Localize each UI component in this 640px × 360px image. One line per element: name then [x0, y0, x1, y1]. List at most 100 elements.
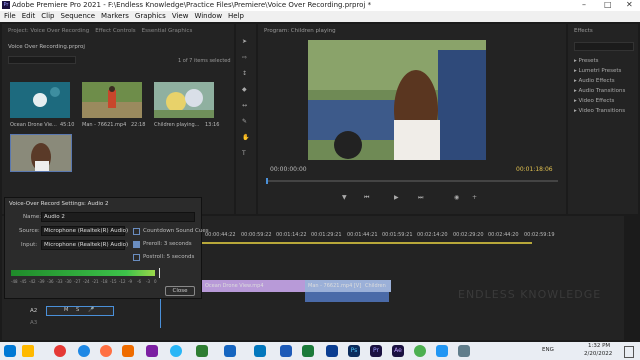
- tab-effect-controls[interactable]: Effect Controls: [95, 28, 135, 34]
- menu-edit[interactable]: Edit: [22, 12, 36, 20]
- step-forward-icon[interactable]: ⏭: [418, 194, 423, 202]
- ripple-tool-icon[interactable]: ↕: [242, 70, 247, 77]
- app-icon[interactable]: [224, 345, 236, 357]
- thumbnail-man[interactable]: [82, 82, 142, 118]
- timecode-left[interactable]: 00:00:00:00: [270, 166, 307, 173]
- dialog-title: Voice-Over Record Settings: Audio 2: [9, 201, 109, 207]
- thumbnail-woman[interactable]: [10, 134, 72, 172]
- effects-item-lumetri[interactable]: ▸ Lumetri Presets: [574, 68, 621, 74]
- tools-panel: ➤ ⇨ ↕ ◆ ↔ ✎ ✋ T: [236, 24, 256, 214]
- app-icon[interactable]: [436, 345, 448, 357]
- project-tabs: Project: Voice Over Recording Effect Cont…: [2, 24, 234, 36]
- language-indicator[interactable]: ENG: [542, 347, 554, 353]
- selection-tool-icon[interactable]: ➤: [242, 38, 247, 45]
- input-select[interactable]: Microphone (Realtek(R) Audio): [41, 240, 128, 250]
- menu-help[interactable]: Help: [228, 12, 244, 20]
- effects-item-audio-transitions[interactable]: ▸ Audio Transitions: [574, 88, 625, 94]
- voiceover-record-icon[interactable]: 🎤: [88, 307, 94, 313]
- step-back-icon[interactable]: ⏮: [364, 194, 369, 202]
- timeline-tick: 00:02:59:19: [524, 232, 555, 238]
- tab-project[interactable]: Project: Voice Over Recording: [8, 28, 89, 34]
- word-icon[interactable]: [280, 345, 292, 357]
- window-title: Adobe Premiere Pro 2021 - F:\Endless Kno…: [12, 1, 372, 9]
- meter-scale: -48 -45 -42 -39 -36 -33 -30 -27 -24 -21 …: [11, 279, 157, 284]
- menu-window[interactable]: Window: [194, 12, 222, 20]
- minimize-icon[interactable]: –: [582, 0, 586, 9]
- clip-children[interactable]: Children: [362, 280, 391, 292]
- chrome-icon[interactable]: [54, 345, 66, 357]
- app-icon[interactable]: [196, 345, 208, 357]
- timeline-tick: 00:00:44:22: [205, 232, 236, 238]
- app-icon[interactable]: [414, 345, 426, 357]
- after-effects-icon[interactable]: Ae: [392, 345, 404, 357]
- menu-file[interactable]: File: [4, 12, 16, 20]
- type-tool-icon[interactable]: T: [242, 150, 246, 157]
- button-editor-icon[interactable]: +: [472, 194, 477, 201]
- timeline-tick: 00:02:14:20: [417, 232, 448, 238]
- thumbnail-children[interactable]: [154, 82, 214, 118]
- level-meter-fill: [11, 270, 155, 276]
- track-select-tool-icon[interactable]: ⇨: [242, 54, 247, 61]
- firefox-icon[interactable]: [100, 345, 112, 357]
- playhead[interactable]: [266, 178, 268, 184]
- clip-ocean-drone[interactable]: Ocean Drone View.mp4: [202, 280, 305, 292]
- mute-button[interactable]: M: [64, 307, 68, 313]
- countdown-label: Countdown Sound Cues: [143, 228, 209, 234]
- clock-date[interactable]: 2/20/2022: [584, 351, 612, 357]
- effects-item-video-transitions[interactable]: ▸ Video Transitions: [574, 108, 625, 114]
- source-select[interactable]: Microphone (Realtek(R) Audio): [41, 226, 128, 236]
- postroll-checkbox[interactable]: [133, 254, 140, 261]
- start-icon[interactable]: [4, 345, 16, 357]
- name-label: Name:: [23, 214, 42, 220]
- tab-essential-graphics[interactable]: Essential Graphics: [142, 28, 193, 34]
- clip-man[interactable]: Man - 76621.mp4 [V]: [305, 280, 362, 292]
- app-icon[interactable]: [326, 345, 338, 357]
- brave-icon[interactable]: [122, 345, 134, 357]
- premiere-icon[interactable]: Pr: [370, 345, 382, 357]
- hand-tool-icon[interactable]: ✋: [242, 134, 249, 141]
- export-frame-icon[interactable]: ◉: [454, 194, 459, 201]
- timeline-tick: 00:02:29:20: [453, 232, 484, 238]
- track-a2-header[interactable]: [46, 306, 114, 316]
- solo-button[interactable]: S: [76, 307, 79, 313]
- photoshop-icon[interactable]: Ps: [348, 345, 360, 357]
- effects-item-audio-effects[interactable]: ▸ Audio Effects: [574, 78, 615, 84]
- clock-time[interactable]: 1:32 PM: [588, 343, 610, 349]
- postroll-label: Postroll: 5 seconds: [143, 254, 195, 260]
- razor-tool-icon[interactable]: ◆: [242, 86, 247, 93]
- menu-clip[interactable]: Clip: [41, 12, 54, 20]
- effects-item-video-effects[interactable]: ▸ Video Effects: [574, 98, 614, 104]
- slip-tool-icon[interactable]: ↔: [242, 102, 247, 109]
- telegram-icon[interactable]: [170, 345, 182, 357]
- countdown-checkbox[interactable]: [133, 228, 140, 235]
- menu-view[interactable]: View: [172, 12, 189, 20]
- playhead-track[interactable]: [266, 180, 558, 182]
- work-area-bar[interactable]: [202, 242, 532, 244]
- marker-icon[interactable]: ▼: [342, 194, 347, 201]
- play-icon[interactable]: ▶: [394, 194, 399, 201]
- windows-taskbar: Ps Pr Ae ENG 1:32 PM 2/20/2022: [0, 342, 640, 360]
- workspace: Project: Voice Over Recording Effect Cont…: [0, 22, 640, 342]
- project-search-input[interactable]: [8, 56, 76, 64]
- item-duration: 13:16: [205, 122, 220, 128]
- menu-sequence[interactable]: Sequence: [61, 12, 96, 20]
- thumbnail-ocean-drone[interactable]: [10, 82, 70, 118]
- file-explorer-icon[interactable]: [22, 345, 34, 357]
- effects-item-presets[interactable]: ▸ Presets: [574, 58, 599, 64]
- maximize-icon[interactable]: □: [604, 0, 612, 9]
- preroll-checkbox[interactable]: [133, 241, 140, 248]
- pen-tool-icon[interactable]: ✎: [242, 118, 247, 125]
- app-icon[interactable]: [146, 345, 158, 357]
- excel-icon[interactable]: [302, 345, 314, 357]
- menu-graphics[interactable]: Graphics: [135, 12, 166, 20]
- effects-search-input[interactable]: [574, 42, 634, 51]
- edge-icon[interactable]: [78, 345, 90, 357]
- app-icon[interactable]: [254, 345, 266, 357]
- notifications-icon[interactable]: [624, 346, 634, 358]
- audio-clip[interactable]: [305, 292, 389, 302]
- close-button[interactable]: Close: [165, 286, 195, 296]
- menu-markers[interactable]: Markers: [101, 12, 129, 20]
- close-icon[interactable]: ✕: [626, 0, 633, 9]
- app-icon[interactable]: [458, 345, 470, 357]
- name-input[interactable]: Audio 2: [41, 212, 195, 222]
